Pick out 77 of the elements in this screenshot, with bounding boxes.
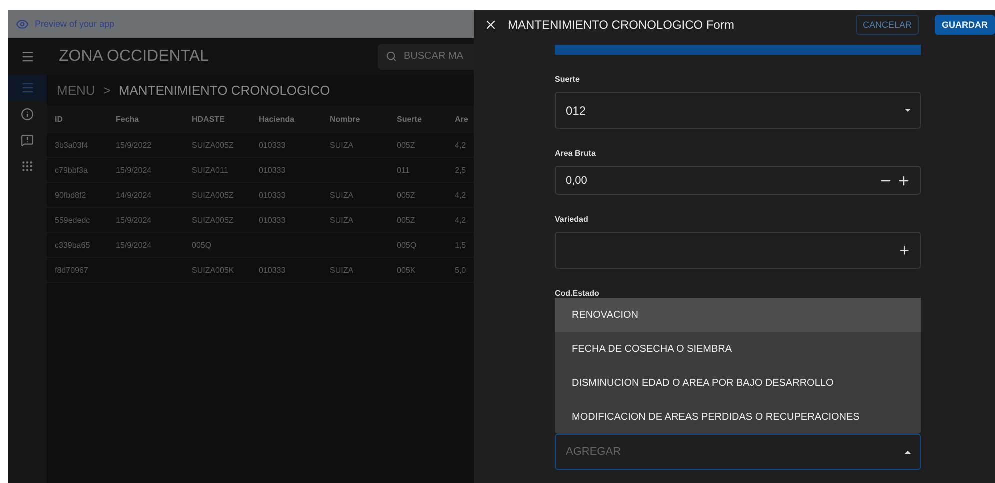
column-header: Suerte bbox=[397, 114, 423, 124]
table-cell-text: 90fbd8f2 bbox=[55, 190, 88, 200]
column-header: Fecha bbox=[116, 114, 140, 124]
table-cell-text: 010333 bbox=[259, 166, 287, 174]
dropdown-option[interactable]: DISMINUCION EDAD O AREA POR BAJO DESARROLLO bbox=[555, 366, 921, 400]
select-field[interactable]: 012 bbox=[555, 92, 921, 129]
table-cell-text: 005Q bbox=[192, 240, 213, 250]
search-field[interactable]: BUSCAR MA bbox=[378, 44, 474, 70]
caret-icon bbox=[905, 109, 911, 112]
table-cell-text: 4,2 bbox=[455, 216, 468, 224]
dropdown-option[interactable]: FECHA DE COSECHA O SIEMBRA bbox=[555, 332, 921, 366]
table-cell-text: SUIZA bbox=[330, 140, 355, 150]
field-label: Cod.Estado bbox=[555, 289, 600, 298]
table-cell-text: SUIZA005Z bbox=[192, 216, 235, 224]
column-header: HDASTE bbox=[192, 114, 226, 124]
breadcrumb-separator: > bbox=[103, 83, 111, 98]
column-header: ID bbox=[55, 114, 64, 124]
table-cell-text: 15/9/2024 bbox=[116, 240, 153, 250]
table-cell-text: 3b3a03f4 bbox=[55, 140, 90, 150]
breadcrumb-current: MANTENIMIENTO CRONOLOGICO bbox=[118, 83, 330, 98]
table-cell-text: 005K bbox=[397, 266, 417, 274]
table-cell-text: 4,2 bbox=[455, 140, 468, 150]
caret-icon bbox=[905, 450, 911, 454]
table-cell-text: 005Q bbox=[397, 240, 418, 250]
dropdown-option[interactable]: MODIFICACION DE AREAS PERDIDAS O RECUPERACIONES bbox=[555, 400, 921, 434]
table-cell-text: c79bbf3a bbox=[55, 166, 89, 174]
table-cell-text: 010333 bbox=[259, 266, 287, 274]
table-cell-text: 005Z bbox=[397, 140, 416, 150]
form-title: MANTENIMIENTO CRONOLOGICO Form bbox=[508, 18, 736, 32]
field-label: Variedad bbox=[555, 215, 590, 224]
table-cell-text: f8d70967 bbox=[55, 266, 90, 274]
save-button[interactable]: GUARDAR bbox=[935, 15, 995, 35]
table-cell-text: 15/9/2024 bbox=[116, 166, 153, 174]
table-cell-text: 1,5 bbox=[455, 240, 468, 250]
table-cell-text: 010333 bbox=[259, 140, 287, 150]
column-header: Hacienda bbox=[259, 114, 296, 124]
table-cell-text: 010333 bbox=[259, 216, 287, 224]
table-cell-text: SUIZA bbox=[330, 216, 355, 224]
cancel-button[interactable]: CANCELAR bbox=[856, 15, 919, 35]
table-cell-text: 5,0 bbox=[455, 266, 468, 274]
column-header: Nombre bbox=[330, 114, 362, 124]
menu-icon bbox=[20, 81, 34, 95]
apps-icon bbox=[21, 160, 34, 172]
table-cell-text: SUIZA005Z bbox=[192, 190, 235, 200]
app-title: ZONA OCCIDENTAL bbox=[59, 48, 210, 66]
table-cell-text: SUIZA bbox=[330, 190, 355, 200]
table-cell-text: SUIZA bbox=[330, 266, 355, 274]
number-field[interactable]: 0,00 bbox=[555, 166, 921, 195]
plus-icon[interactable] bbox=[897, 174, 911, 188]
table-cell-text: 011 bbox=[397, 166, 411, 174]
info-icon bbox=[21, 108, 34, 120]
feedback-icon bbox=[21, 134, 34, 146]
search-icon bbox=[386, 50, 397, 62]
column-header: Are bbox=[455, 114, 470, 124]
table-cell-text: 559ededc bbox=[55, 216, 92, 224]
table-cell-text: 010333 bbox=[259, 190, 287, 200]
table-cell-text: 15/9/2024 bbox=[116, 216, 153, 224]
preview-text: Preview of your app bbox=[35, 19, 115, 29]
table-cell-text: SUIZA005K bbox=[192, 266, 236, 274]
eye-icon bbox=[16, 18, 29, 30]
table-cell-text: 005Z bbox=[397, 216, 416, 224]
select-field[interactable]: AGREGAR bbox=[555, 434, 921, 470]
table-cell-text: 4,2 bbox=[455, 190, 468, 200]
close-icon[interactable] bbox=[484, 18, 498, 32]
dropdown-option[interactable]: RENOVACION bbox=[555, 298, 921, 332]
table-cell-text: SUIZA005Z bbox=[192, 140, 235, 150]
plus-icon[interactable] bbox=[898, 244, 911, 257]
table-cell-text: c339ba65 bbox=[55, 240, 92, 250]
field-label: Area Bruta bbox=[555, 149, 597, 158]
table-cell-text: 15/9/2022 bbox=[116, 140, 153, 150]
table-cell-text: 2,5 bbox=[455, 166, 468, 174]
menu-icon[interactable] bbox=[20, 50, 34, 64]
table-cell-text: SUIZA011 bbox=[192, 166, 230, 174]
variety-field[interactable] bbox=[555, 232, 921, 269]
table-cell-text: 14/9/2024 bbox=[116, 190, 153, 200]
table-cell-text: 005Z bbox=[397, 190, 416, 200]
field-label: Suerte bbox=[555, 75, 581, 84]
